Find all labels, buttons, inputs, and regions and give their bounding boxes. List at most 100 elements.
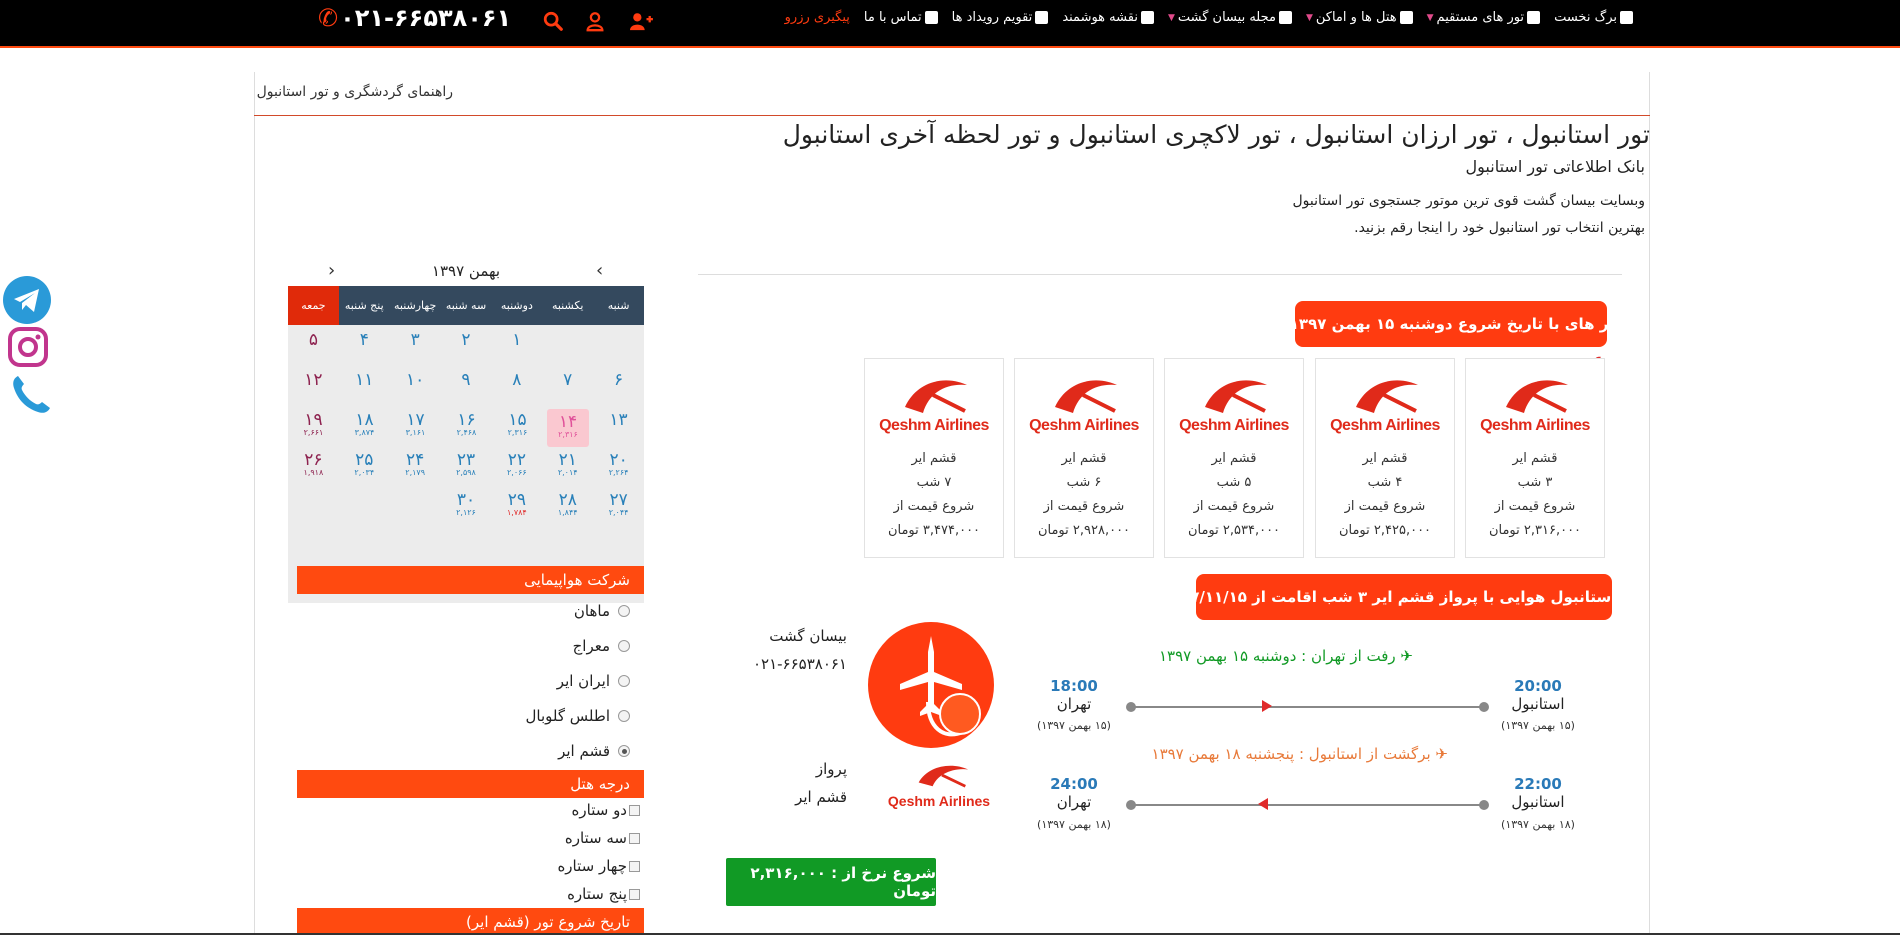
calendar-day[interactable]: ۱۸ ۳,۸۷۴ bbox=[339, 407, 390, 447]
nav-item-7[interactable]: پیگیری رزرو bbox=[778, 10, 857, 25]
nav-icon bbox=[1527, 11, 1541, 24]
calendar-day[interactable]: ۵ bbox=[288, 327, 339, 367]
calendar-day[interactable]: ۴ bbox=[339, 327, 390, 367]
calendar-day[interactable]: ۲۵ ۲,۰۳۴ bbox=[339, 447, 390, 487]
top-navbar: ✆۰۲۱-۶۶۵۳۸۰۶۱ برگ نخست تور های مستقیم ▼ هتل… bbox=[0, 0, 1900, 48]
calendar-day[interactable]: ۱۵ ۲,۳۱۶ bbox=[492, 407, 543, 447]
day-number: ۱۸ bbox=[355, 410, 374, 430]
radio-button[interactable] bbox=[618, 675, 630, 687]
chevron-down-icon: ▼ bbox=[1167, 12, 1175, 23]
day-number: ۲۰ bbox=[609, 450, 628, 470]
tour-card[interactable]: Qeshm Airlines قشم ایر ۵ شب شروع قیمت از ۲,۵… bbox=[1164, 358, 1304, 558]
nav-item-2[interactable]: هتل ها و اماکن ▼ bbox=[1299, 10, 1420, 25]
calendar-day[interactable]: ۱۳ bbox=[593, 407, 644, 447]
calendar-day[interactable]: ۱۷ ۳,۱۶۱ bbox=[390, 407, 441, 447]
outbound-departure-time: 18:00 bbox=[1050, 677, 1098, 695]
header-phone[interactable]: ✆۰۲۱-۶۶۵۳۸۰۶۱ bbox=[318, 4, 511, 32]
airline-brand: Qeshm Airlines bbox=[1480, 417, 1590, 434]
airline-option[interactable]: ماهان bbox=[440, 602, 630, 620]
radio-button[interactable] bbox=[618, 605, 630, 617]
weekday-label: دوشنبه bbox=[500, 299, 533, 312]
calendar-day[interactable]: ۲ bbox=[441, 327, 492, 367]
airline-option[interactable]: قشم ایر bbox=[440, 742, 630, 760]
calendar-week: ۶ ۷ ۸ ۹ ۱۰ ۱۱ ۱۲ bbox=[288, 367, 644, 407]
hotel-grade-option[interactable]: پنج ستاره bbox=[500, 885, 640, 903]
calendar-day[interactable]: ۲۳ ۲,۵۹۸ bbox=[441, 447, 492, 487]
chevron-down-icon: ▼ bbox=[1426, 12, 1434, 23]
airline-option-label: ایران ایر bbox=[556, 672, 610, 690]
return-route-line bbox=[1131, 804, 1484, 806]
card-price-label: شروع قیمت از bbox=[1043, 499, 1125, 514]
nav-icon bbox=[924, 11, 938, 24]
calendar-day[interactable]: ۲۶ ۱,۹۱۸ bbox=[288, 447, 339, 487]
page-description-2: بهترین انتخاب تور استانبول خود را اینجا … bbox=[1354, 220, 1645, 236]
calendar-day[interactable]: ۱ bbox=[491, 327, 542, 367]
outbound-dot-start bbox=[1126, 702, 1136, 712]
radio-button[interactable] bbox=[618, 745, 630, 757]
phone-icon: ✆ bbox=[318, 4, 339, 32]
nav-label: تور های مستقیم bbox=[1436, 10, 1525, 25]
tour-card[interactable]: Qeshm Airlines قشم ایر ۷ شب شروع قیمت از ۳,۴… bbox=[864, 358, 1004, 558]
nav-item-4[interactable]: نقشه هوشمند bbox=[1055, 10, 1161, 25]
checkbox[interactable] bbox=[629, 888, 640, 900]
calendar-day[interactable]: ۶ bbox=[593, 367, 644, 407]
calendar-weekdays: شنبه یکشنبه دوشنبه سه شنبه چهارشنبه پنج شنبه ج… bbox=[287, 286, 644, 325]
calendar-day[interactable]: ۷ bbox=[542, 367, 593, 407]
nav-item-5[interactable]: تقویم رویداد ها bbox=[945, 10, 1056, 25]
calendar-day[interactable]: ۹ bbox=[441, 367, 492, 407]
tour-card[interactable]: Qeshm Airlines قشم ایر ۳ شب شروع قیمت از ۲,۳… bbox=[1465, 358, 1605, 558]
hotel-grade-option[interactable]: چهار ستاره bbox=[500, 857, 640, 875]
calendar-prev-button[interactable]: ‹ bbox=[596, 260, 603, 281]
calendar-day[interactable]: ۱۶ ۲,۴۶۸ bbox=[441, 407, 492, 447]
nav-item-6[interactable]: تماس با ما bbox=[857, 10, 945, 25]
airline-logo bbox=[905, 380, 967, 413]
outbound-route-line bbox=[1131, 706, 1484, 708]
radio-button[interactable] bbox=[618, 710, 630, 722]
airline-option[interactable]: ایران ایر bbox=[440, 672, 630, 690]
airline-option-label: اطلس گلوبال bbox=[525, 707, 610, 725]
radio-button[interactable] bbox=[618, 640, 630, 652]
calendar-day[interactable]: ۱۹ ۲,۶۶۱ bbox=[288, 407, 339, 447]
card-price: ۲,۴۲۵,۰۰۰ تومان bbox=[1338, 523, 1432, 538]
tour-card[interactable]: Qeshm Airlines قشم ایر ۶ شب شروع قیمت از ۲,۹… bbox=[1014, 358, 1154, 558]
user-icon[interactable] bbox=[584, 10, 606, 32]
nav-item-3[interactable]: مجله بیسان گشت ▼ bbox=[1161, 10, 1299, 25]
calendar-day[interactable]: ۲۲ ۲,۰۶۶ bbox=[491, 447, 542, 487]
tour-card[interactable]: Qeshm Airlines قشم ایر ۴ شب شروع قیمت از ۲,۴… bbox=[1315, 358, 1455, 558]
calendar-day[interactable]: ۲۹ ۱,۷۸۴ bbox=[491, 487, 542, 527]
calendar-day[interactable]: ۳ bbox=[390, 327, 441, 367]
calendar-day[interactable]: ۸ bbox=[491, 367, 542, 407]
telegram-icon[interactable] bbox=[2, 275, 52, 325]
calendar-day[interactable]: ۲۸ ۱,۸۴۴ bbox=[542, 487, 593, 527]
checkbox[interactable] bbox=[629, 804, 640, 816]
calendar-day[interactable]: ۲۴ ۲,۱۷۹ bbox=[390, 447, 441, 487]
search-icon[interactable] bbox=[542, 10, 564, 32]
phone-contact-icon[interactable] bbox=[8, 372, 54, 418]
add-user-icon[interactable] bbox=[628, 10, 654, 32]
return-departure-city: استانبول bbox=[1511, 793, 1565, 811]
calendar-day[interactable]: ۲۰ ۲,۲۶۴ bbox=[593, 447, 644, 487]
start-price-button[interactable]: شروع نرخ از : ۲,۳۱۶,۰۰۰ تومان bbox=[726, 858, 936, 906]
hotel-grade-option[interactable]: سه ستاره bbox=[500, 829, 640, 847]
calendar-day[interactable]: ۱۲ bbox=[288, 367, 339, 407]
breadcrumb[interactable]: راهنمای گردشگری و تور استانبول bbox=[257, 84, 453, 100]
hotel-grade-option[interactable]: دو ستاره bbox=[500, 801, 640, 819]
calendar-day[interactable]: ۱۰ bbox=[390, 367, 441, 407]
airline-option[interactable]: معراج bbox=[440, 637, 630, 655]
day-number: ۲۱ bbox=[558, 450, 577, 470]
calendar-day[interactable]: ۳۰ ۲,۱۲۶ bbox=[441, 487, 492, 527]
calendar-day[interactable]: ۲۱ ۲,۰۱۴ bbox=[542, 447, 593, 487]
day-price: ۱,۹۱۸ bbox=[303, 468, 324, 477]
checkbox[interactable] bbox=[629, 860, 640, 872]
calendar-day[interactable]: ۱۴ ۲,۳۱۶ bbox=[547, 409, 589, 447]
calendar-day[interactable]: ۱۱ bbox=[339, 367, 390, 407]
calendar-day[interactable]: ۲۷ ۲,۰۴۴ bbox=[593, 487, 644, 527]
nav-label: پیگیری رزرو bbox=[784, 10, 850, 25]
agency-phone[interactable]: ۰۲۱-۶۶۵۳۸۰۶۱ bbox=[753, 655, 847, 673]
checkbox[interactable] bbox=[629, 832, 640, 844]
nav-item-1[interactable]: تور های مستقیم ▼ bbox=[1420, 10, 1547, 25]
instagram-icon[interactable] bbox=[6, 325, 50, 369]
nav-item-0[interactable]: برگ نخست bbox=[1547, 10, 1640, 25]
day-number: ۹ bbox=[461, 370, 471, 390]
airline-option[interactable]: اطلس گلوبال bbox=[440, 707, 630, 725]
